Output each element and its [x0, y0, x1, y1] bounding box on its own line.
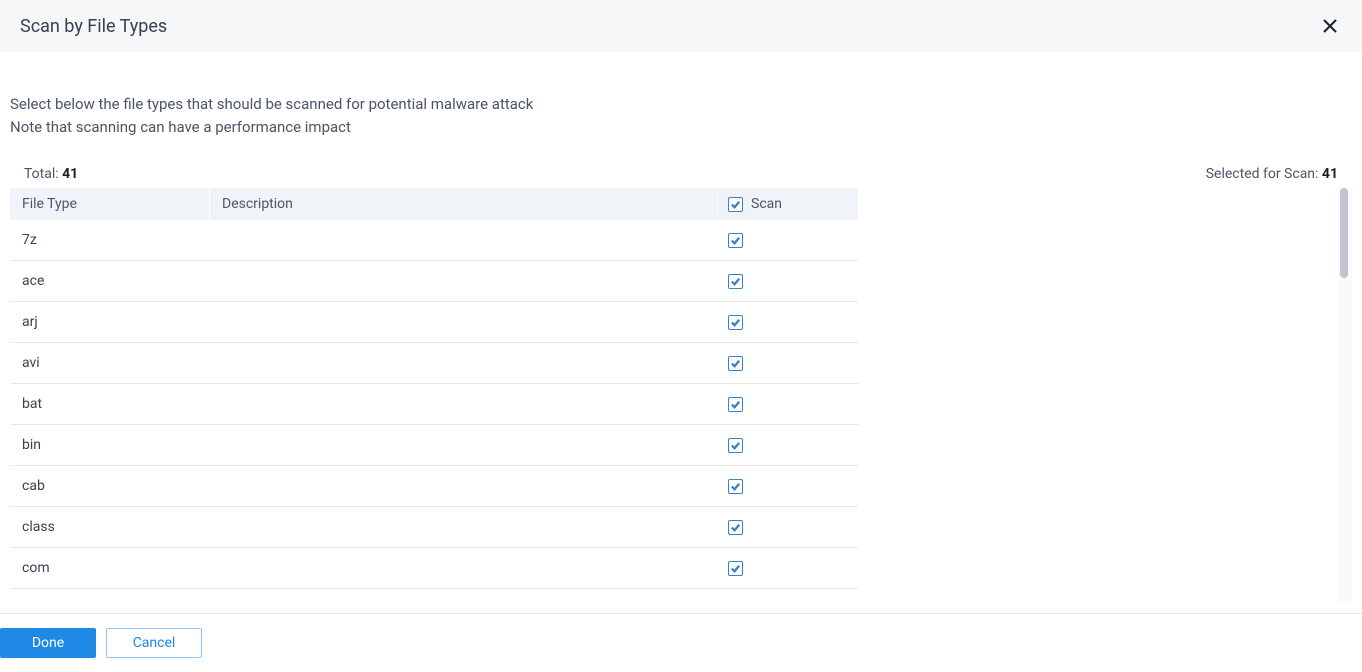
table-container: File Type Description Scan 7z ace arj avi ba… [10, 188, 1352, 603]
total-count: Total: 41 [24, 166, 78, 182]
selected-count: Selected for Scan: 41 [1206, 166, 1338, 182]
table-row[interactable]: com [10, 548, 858, 589]
checkmark-icon [730, 358, 741, 369]
cell-file-type: bin [10, 437, 210, 453]
done-button[interactable]: Done [0, 628, 96, 658]
cell-scan [718, 479, 858, 494]
cell-scan [718, 356, 858, 371]
cell-scan [718, 561, 858, 576]
cell-scan [718, 520, 858, 535]
dialog-title: Scan by File Types [20, 16, 167, 37]
scan-checkbox[interactable] [728, 438, 743, 453]
cell-scan [718, 397, 858, 412]
table-row[interactable]: ace [10, 261, 858, 302]
scan-checkbox[interactable] [728, 274, 743, 289]
checkmark-icon [730, 199, 741, 210]
file-types-table: File Type Description Scan 7z ace arj avi ba… [10, 188, 858, 603]
scan-checkbox[interactable] [728, 356, 743, 371]
cell-scan [718, 274, 858, 289]
table-row[interactable]: arj [10, 302, 858, 343]
table-row[interactable]: class [10, 507, 858, 548]
checkmark-icon [730, 317, 741, 328]
cell-scan [718, 438, 858, 453]
cell-file-type: com [10, 560, 210, 576]
table-body: 7z ace arj avi bat bin cab class com [10, 220, 858, 603]
checkmark-icon [730, 399, 741, 410]
scan-checkbox[interactable] [728, 233, 743, 248]
stats-row: Total: 41 Selected for Scan: 41 [10, 166, 1352, 188]
scan-checkbox[interactable] [728, 397, 743, 412]
scan-checkbox[interactable] [728, 315, 743, 330]
table-row[interactable]: 7z [10, 220, 858, 261]
cell-file-type: ace [10, 273, 210, 289]
close-icon [1322, 18, 1338, 34]
checkmark-icon [730, 481, 741, 492]
checkmark-icon [730, 440, 741, 451]
checkmark-icon [730, 522, 741, 533]
close-button[interactable] [1318, 14, 1342, 38]
checkmark-icon [730, 563, 741, 574]
scrollbar-track[interactable] [1338, 188, 1352, 603]
table-row[interactable]: cab [10, 466, 858, 507]
cell-scan [718, 233, 858, 248]
column-header-scan-label: Scan [751, 196, 782, 212]
instructions-line-1: Select below the file types that should … [10, 93, 1352, 116]
cell-file-type: 7z [10, 232, 210, 248]
scan-checkbox[interactable] [728, 479, 743, 494]
column-header-description[interactable]: Description [210, 188, 718, 220]
cell-file-type: bat [10, 396, 210, 412]
checkmark-icon [730, 276, 741, 287]
cell-file-type: cab [10, 478, 210, 494]
cell-file-type: arj [10, 314, 210, 330]
instructions-text: Select below the file types that should … [10, 93, 1352, 138]
scan-checkbox[interactable] [728, 561, 743, 576]
table-row[interactable]: bat [10, 384, 858, 425]
cell-scan [718, 315, 858, 330]
dialog-header: Scan by File Types [0, 0, 1362, 53]
cell-file-type: class [10, 519, 210, 535]
scan-checkbox[interactable] [728, 520, 743, 535]
cell-file-type: avi [10, 355, 210, 371]
column-header-file-type[interactable]: File Type [10, 188, 210, 220]
table-row[interactable]: bin [10, 425, 858, 466]
table-header-row: File Type Description Scan [10, 188, 858, 220]
cancel-button[interactable]: Cancel [106, 628, 202, 658]
dialog-content: Select below the file types that should … [0, 53, 1362, 613]
select-all-checkbox[interactable] [728, 197, 743, 212]
checkmark-icon [730, 235, 741, 246]
table-row[interactable]: avi [10, 343, 858, 384]
dialog-footer: Done Cancel [0, 613, 1362, 672]
column-header-scan: Scan [718, 188, 858, 220]
scrollbar-thumb[interactable] [1340, 188, 1348, 278]
instructions-line-2: Note that scanning can have a performanc… [10, 116, 1352, 139]
